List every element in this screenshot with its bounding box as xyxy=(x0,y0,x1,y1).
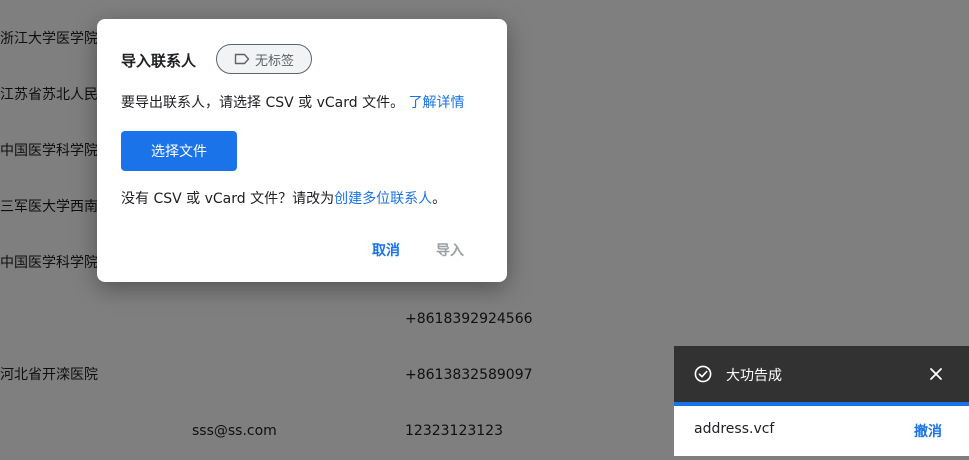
dialog-title: 导入联系人 xyxy=(121,52,197,70)
create-multiple-contacts-link[interactable]: 创建多位联系人 xyxy=(334,191,432,207)
snackbar-body: address.vcf 撤消 xyxy=(674,406,969,456)
alternative-text: 没有 CSV 或 vCard 文件？请改为创建多位联系人。 xyxy=(121,188,446,208)
snackbar: 大功告成 address.vcf 撤消 xyxy=(674,346,969,456)
check-circle-icon xyxy=(694,365,712,383)
dialog-description: 要导出联系人，请选择 CSV 或 vCard 文件。 了解详情 xyxy=(121,92,465,112)
snackbar-file-name: address.vcf xyxy=(694,421,775,437)
alternative-prefix: 没有 CSV 或 vCard 文件？请改为 xyxy=(121,191,335,207)
import-button: 导入 xyxy=(436,243,464,259)
snackbar-header: 大功告成 xyxy=(674,346,969,402)
snackbar-message: 大功告成 xyxy=(726,368,782,384)
alternative-suffix: 。 xyxy=(432,191,447,207)
cancel-button[interactable]: 取消 xyxy=(372,240,400,260)
description-text: 要导出联系人，请选择 CSV 或 vCard 文件。 xyxy=(121,95,405,111)
undo-button[interactable]: 撤消 xyxy=(914,421,942,441)
label-chip[interactable]: 无标签 xyxy=(216,44,312,74)
import-contacts-dialog: 导入联系人 无标签 要导出联系人，请选择 CSV 或 vCard 文件。 了解详… xyxy=(97,19,507,282)
select-file-button[interactable]: 选择文件 xyxy=(121,131,237,171)
label-outline-icon xyxy=(234,53,250,65)
label-chip-text: 无标签 xyxy=(255,53,295,69)
close-icon[interactable] xyxy=(928,366,944,382)
learn-more-link[interactable]: 了解详情 xyxy=(409,95,465,111)
